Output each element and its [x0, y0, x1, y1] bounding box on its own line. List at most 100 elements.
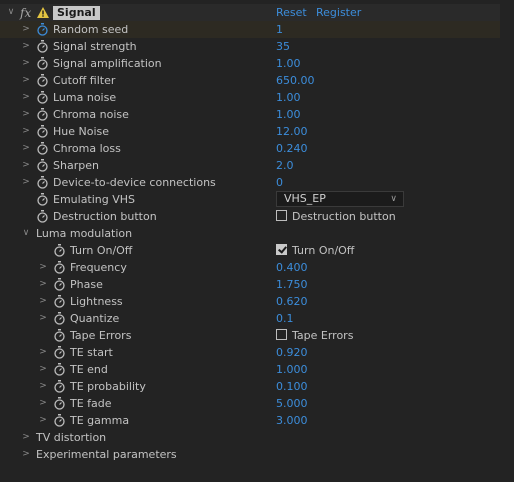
param-row-te-probability[interactable]: > TE probability 0.100	[0, 378, 500, 395]
stopwatch-icon[interactable]	[54, 261, 65, 274]
turn-on-off-checkbox[interactable]	[276, 244, 287, 255]
checkbox-label[interactable]: Turn On/Off	[292, 243, 354, 258]
param-row-sharpen[interactable]: > Sharpen 2.0	[0, 157, 500, 174]
group-experimental-parameters[interactable]: > Experimental parameters	[0, 446, 500, 463]
expand-arrow-icon[interactable]: >	[38, 278, 48, 290]
expand-arrow-icon[interactable]: >	[21, 40, 31, 52]
stopwatch-icon[interactable]	[37, 40, 48, 53]
param-value[interactable]: 1.00	[276, 107, 301, 122]
stopwatch-icon[interactable]	[37, 176, 48, 189]
param-row-cutoff-filter[interactable]: > Cutoff filter 650.00	[0, 72, 500, 89]
stopwatch-icon[interactable]	[54, 278, 65, 291]
stopwatch-icon[interactable]	[37, 74, 48, 87]
param-value[interactable]: 3.000	[276, 413, 308, 428]
expand-arrow-icon[interactable]: >	[21, 74, 31, 86]
stopwatch-icon[interactable]	[54, 380, 65, 393]
param-row-destruction-button[interactable]: Destruction button Destruction button	[0, 208, 500, 225]
param-row-emulating-vhs[interactable]: Emulating VHS VHS_EP ∨	[0, 191, 500, 208]
stopwatch-icon[interactable]	[54, 329, 65, 342]
expand-arrow-icon[interactable]: >	[38, 380, 48, 392]
param-value[interactable]: 12.00	[276, 124, 308, 139]
stopwatch-icon[interactable]	[37, 142, 48, 155]
param-row-lightness[interactable]: > Lightness 0.620	[0, 293, 500, 310]
group-tv-distortion[interactable]: > TV distortion	[0, 429, 500, 446]
param-row-quantize[interactable]: > Quantize 0.1	[0, 310, 500, 327]
param-row-chroma-loss[interactable]: > Chroma loss 0.240	[0, 140, 500, 157]
param-value[interactable]: 0.100	[276, 379, 308, 394]
param-value[interactable]: 0.620	[276, 294, 308, 309]
param-value[interactable]: 0.920	[276, 345, 308, 360]
stopwatch-icon[interactable]	[54, 346, 65, 359]
expand-arrow-icon[interactable]: >	[38, 312, 48, 324]
expand-arrow-icon[interactable]: >	[38, 414, 48, 426]
param-row-te-start[interactable]: > TE start 0.920	[0, 344, 500, 361]
expand-arrow-icon[interactable]: >	[21, 57, 31, 69]
collapse-arrow-icon[interactable]: ∨	[6, 6, 16, 18]
register-button[interactable]: Register	[316, 6, 361, 20]
param-row-frequency[interactable]: > Frequency 0.400	[0, 259, 500, 276]
expand-arrow-icon[interactable]: >	[21, 108, 31, 120]
param-value[interactable]: 1.000	[276, 362, 308, 377]
stopwatch-icon[interactable]	[54, 414, 65, 427]
param-row-chroma-noise[interactable]: > Chroma noise 1.00	[0, 106, 500, 123]
stopwatch-icon[interactable]	[37, 57, 48, 70]
param-value[interactable]: 650.00	[276, 73, 315, 88]
destruction-checkbox[interactable]	[276, 210, 287, 221]
param-row-te-gamma[interactable]: > TE gamma 3.000	[0, 412, 500, 429]
param-value[interactable]: 2.0	[276, 158, 294, 173]
param-value[interactable]: 1.00	[276, 90, 301, 105]
expand-arrow-icon[interactable]: >	[21, 142, 31, 154]
param-row-phase[interactable]: > Phase 1.750	[0, 276, 500, 293]
tape-errors-checkbox[interactable]	[276, 329, 287, 340]
stopwatch-icon[interactable]	[37, 193, 48, 206]
param-value[interactable]: 1.750	[276, 277, 308, 292]
stopwatch-icon[interactable]	[37, 23, 48, 36]
checkbox-label[interactable]: Destruction button	[292, 209, 396, 224]
stopwatch-icon[interactable]	[54, 312, 65, 325]
expand-arrow-icon[interactable]: >	[21, 176, 31, 188]
param-row-signal-amplification[interactable]: > Signal amplification 1.00	[0, 55, 500, 72]
expand-arrow-icon[interactable]: >	[21, 91, 31, 103]
stopwatch-icon[interactable]	[54, 244, 65, 257]
reset-button[interactable]: Reset	[276, 6, 307, 20]
param-value[interactable]: 35	[276, 39, 290, 54]
expand-arrow-icon[interactable]: >	[38, 397, 48, 409]
expand-arrow-icon[interactable]: >	[21, 159, 31, 171]
param-row-luma-noise[interactable]: > Luma noise 1.00	[0, 89, 500, 106]
stopwatch-icon[interactable]	[54, 295, 65, 308]
param-value[interactable]: 0.1	[276, 311, 294, 326]
stopwatch-icon[interactable]	[37, 159, 48, 172]
param-row-te-end[interactable]: > TE end 1.000	[0, 361, 500, 378]
param-row-tape-errors[interactable]: Tape Errors Tape Errors	[0, 327, 500, 344]
param-value[interactable]: 0.400	[276, 260, 308, 275]
param-value[interactable]: 1.00	[276, 56, 301, 71]
stopwatch-icon[interactable]	[37, 91, 48, 104]
stopwatch-icon[interactable]	[37, 125, 48, 138]
param-value[interactable]: 0.240	[276, 141, 308, 156]
collapse-arrow-icon[interactable]: ∨	[21, 227, 31, 239]
param-row-te-fade[interactable]: > TE fade 5.000	[0, 395, 500, 412]
expand-arrow-icon[interactable]: >	[21, 431, 31, 443]
param-value[interactable]: 0	[276, 175, 283, 190]
expand-arrow-icon[interactable]: >	[21, 23, 31, 35]
expand-arrow-icon[interactable]: >	[38, 261, 48, 273]
param-value[interactable]: 5.000	[276, 396, 308, 411]
param-value[interactable]: 1	[276, 22, 283, 37]
expand-arrow-icon[interactable]: >	[38, 346, 48, 358]
scrollbar[interactable]	[502, 0, 514, 482]
expand-arrow-icon[interactable]: >	[21, 125, 31, 137]
vhs-mode-dropdown[interactable]: VHS_EP ∨	[276, 191, 404, 207]
group-luma-modulation[interactable]: ∨ Luma modulation	[0, 225, 500, 242]
stopwatch-icon[interactable]	[37, 210, 48, 223]
param-row-signal-strength[interactable]: > Signal strength 35	[0, 38, 500, 55]
effect-name[interactable]: Signal	[53, 6, 100, 20]
stopwatch-icon[interactable]	[54, 397, 65, 410]
param-row-device-connections[interactable]: > Device-to-device connections 0	[0, 174, 500, 191]
expand-arrow-icon[interactable]: >	[38, 295, 48, 307]
expand-arrow-icon[interactable]: >	[21, 448, 31, 460]
fx-toggle-icon[interactable]: fx	[20, 6, 31, 20]
checkbox-label[interactable]: Tape Errors	[292, 328, 353, 343]
expand-arrow-icon[interactable]: >	[38, 363, 48, 375]
stopwatch-icon[interactable]	[37, 108, 48, 121]
param-row-turn-on-off[interactable]: Turn On/Off Turn On/Off	[0, 242, 500, 259]
